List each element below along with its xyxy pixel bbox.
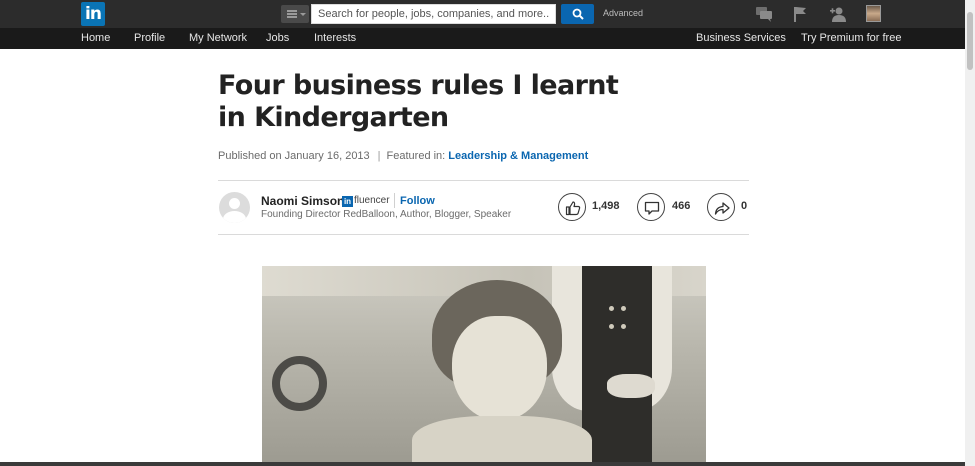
add-connection-icon[interactable] <box>829 6 847 22</box>
comment-count: 466 <box>672 200 691 212</box>
profile-avatar[interactable] <box>866 5 881 22</box>
nav-business-services[interactable]: Business Services <box>696 32 786 44</box>
author-avatar[interactable] <box>219 192 250 223</box>
author-name[interactable]: Naomi Simson <box>261 194 344 208</box>
nav-my-network[interactable]: My Network <box>189 32 247 44</box>
search-icon <box>572 8 584 20</box>
thumbs-up-icon <box>565 201 581 216</box>
nav-try-premium[interactable]: Try Premium for free <box>801 32 901 44</box>
published-date: Published on January 16, 2013 <box>218 150 370 162</box>
nav-profile[interactable]: Profile <box>134 32 165 44</box>
influencer-badge: in fluencer <box>342 195 390 207</box>
advanced-search-link[interactable]: Advanced <box>603 8 643 18</box>
influencer-label: fluencer <box>354 195 390 206</box>
search-input[interactable] <box>311 4 556 24</box>
flag-icon[interactable] <box>791 6 809 22</box>
divider-top <box>218 180 749 181</box>
nav-interests[interactable]: Interests <box>314 32 356 44</box>
article-title: Four business rules I learnt in Kinderga… <box>218 70 619 133</box>
comment-button[interactable] <box>637 193 665 221</box>
featured-prefix: Featured in: <box>386 150 446 162</box>
window-bottom-edge <box>0 462 965 466</box>
comment-icon <box>644 201 660 215</box>
featured-channel-link[interactable]: Leadership & Management <box>448 150 588 162</box>
article-meta: Published on January 16, 2013 | Featured i… <box>218 150 588 162</box>
article-photo <box>262 266 706 466</box>
nav-jobs[interactable]: Jobs <box>266 32 289 44</box>
author-headline: Founding Director RedBalloon, Author, Bl… <box>261 209 512 220</box>
scrollbar-thumb[interactable] <box>967 12 973 70</box>
share-button[interactable] <box>707 193 735 221</box>
menu-icon[interactable] <box>281 5 309 23</box>
follow-button[interactable]: Follow <box>400 195 435 207</box>
search-button[interactable] <box>561 4 594 24</box>
influencer-icon: in <box>342 196 353 207</box>
messages-icon[interactable] <box>755 6 773 22</box>
nav-bar: Home Profile My Network Jobs Interests B… <box>0 28 965 49</box>
like-button[interactable] <box>558 193 586 221</box>
share-count: 0 <box>741 200 748 212</box>
nav-home[interactable]: Home <box>81 32 110 44</box>
top-bar: in Advanced <box>0 0 965 28</box>
linkedin-logo[interactable]: in <box>81 2 105 26</box>
divider-bottom <box>218 234 749 235</box>
like-count: 1,498 <box>592 200 620 212</box>
author-divider <box>394 193 395 208</box>
meta-separator: | <box>377 150 381 162</box>
share-icon <box>714 202 730 215</box>
